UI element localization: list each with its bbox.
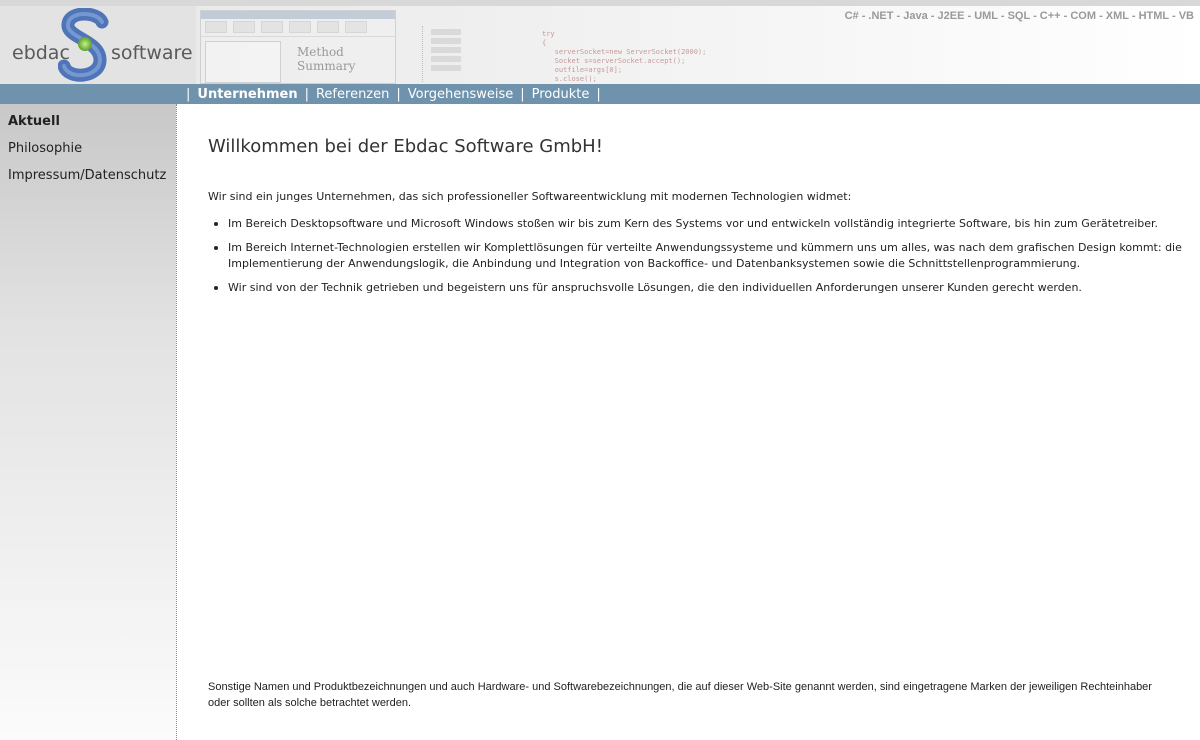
company-logo[interactable]: ebdac software [0, 6, 196, 84]
collage-tree [422, 26, 512, 82]
sidebar-item-philosophie[interactable]: Philosophie [0, 135, 176, 162]
sidebar: Aktuell Philosophie Impressum/Datenschut… [0, 104, 176, 740]
sidebar-item-impressum[interactable]: Impressum/Datenschutz [0, 162, 176, 189]
logo-s-icon [58, 8, 109, 82]
header-screenshot-collage: Method Summary try { serverSocket=new Se… [196, 6, 796, 84]
nav-separator: | [396, 86, 401, 102]
technology-list: C# - .NET - Java - J2EE - UML - SQL - C+… [844, 10, 1194, 22]
page-title: Willkommen bei der Ebdac Software GmbH! [208, 136, 603, 157]
list-item: Wir sind von der Technik getrieben und b… [208, 280, 1184, 296]
collage-code: try { serverSocket=new ServerSocket(2000… [542, 30, 707, 83]
main-content: Willkommen bei der Ebdac Software GmbH! … [208, 104, 1184, 740]
nav-item-referenzen[interactable]: Referenzen [316, 87, 389, 102]
nav-separator: | [186, 86, 191, 102]
logo-word-software: software [111, 42, 193, 64]
trademark-note: Sonstige Namen und Produktbezeichnungen … [208, 681, 1152, 709]
nav-separator: | [520, 86, 525, 102]
nav-item-unternehmen[interactable]: Unternehmen [197, 87, 297, 102]
nav-separator: | [304, 86, 309, 102]
sidebar-divider [176, 104, 177, 740]
list-item: Im Bereich Desktopsoftware und Microsoft… [208, 216, 1184, 232]
site-header: ebdac software Method Summary try { serv… [0, 0, 1200, 84]
list-item: Im Bereich Internet-Technologien erstell… [208, 240, 1184, 272]
service-list: Im Bereich Desktopsoftware und Microsoft… [208, 216, 1184, 304]
nav-item-vorgehensweise[interactable]: Vorgehensweise [408, 87, 513, 102]
main-navigation: | Unternehmen | Referenzen | Vorgehenswe… [0, 84, 1200, 104]
collage-window-label: Method Summary [297, 45, 356, 73]
nav-separator: | [596, 86, 601, 102]
intro-text: Wir sind ein junges Unternehmen, das sic… [208, 190, 852, 203]
nav-item-produkte[interactable]: Produkte [532, 87, 590, 102]
collage-window: Method Summary [200, 10, 396, 84]
sidebar-item-aktuell[interactable]: Aktuell [0, 108, 176, 135]
